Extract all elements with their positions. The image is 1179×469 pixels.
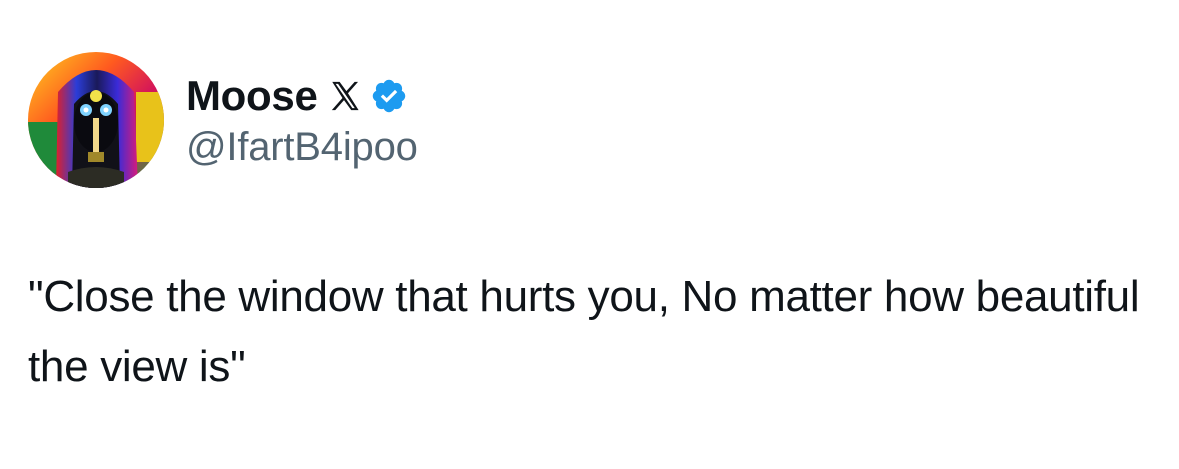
name-row: Moose — [186, 71, 418, 121]
author-names: Moose @IfartB4ipoo — [186, 71, 418, 170]
user-handle[interactable]: @IfartB4ipoo — [186, 125, 418, 170]
tweet-card: Moose @IfartB4ipoo "Close the window tha… — [0, 0, 1179, 469]
avatar-image — [28, 52, 164, 188]
display-name[interactable]: Moose — [186, 72, 318, 120]
tweet-text: "Close the window that hurts you, No mat… — [28, 272, 1140, 391]
avatar[interactable] — [28, 52, 164, 188]
verified-badge-icon — [370, 77, 408, 115]
tweet-header: Moose @IfartB4ipoo — [28, 52, 418, 188]
x-logo-icon — [328, 79, 362, 113]
